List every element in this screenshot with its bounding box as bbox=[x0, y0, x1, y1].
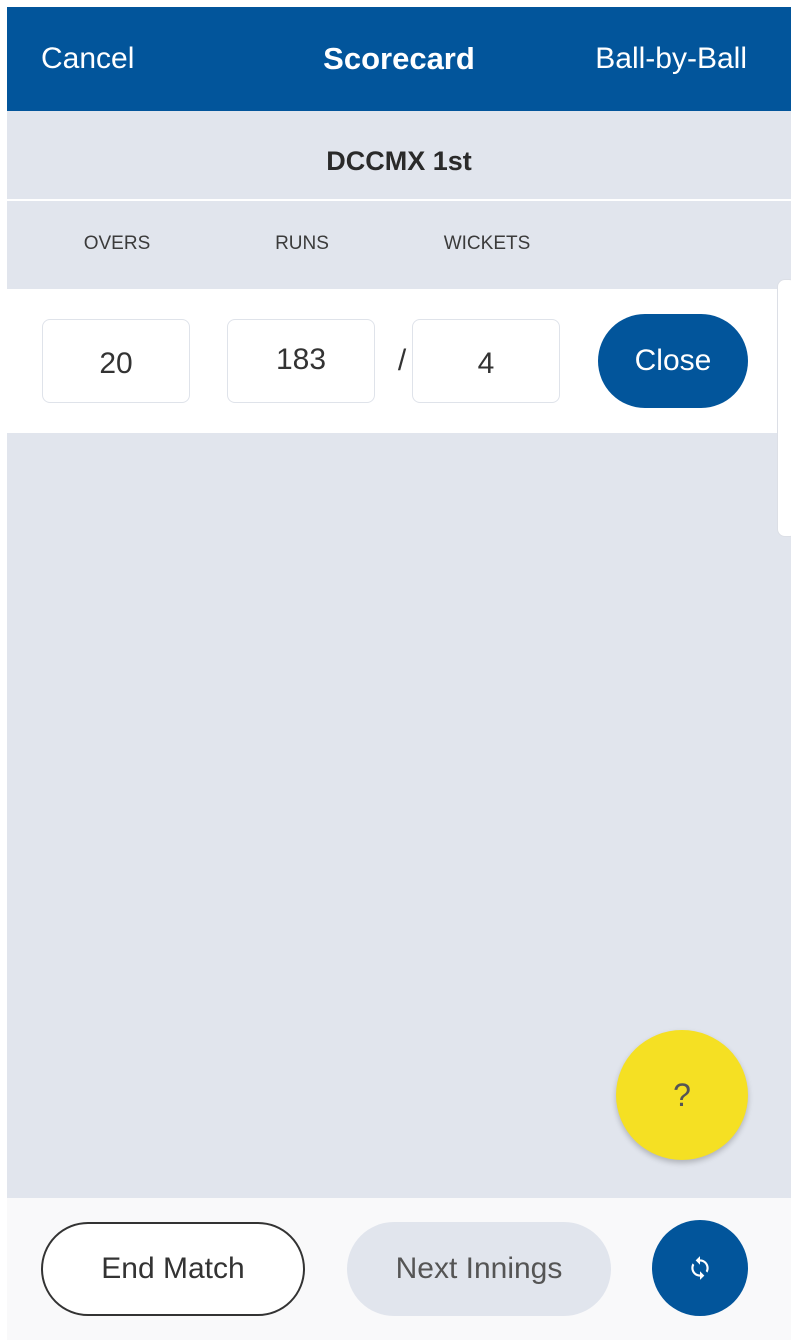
header-bar: Cancel Scorecard Ball-by-Ball bbox=[7, 7, 791, 111]
score-column-headers: OVERS RUNS WICKETS bbox=[7, 201, 791, 289]
overs-header: OVERS bbox=[83, 233, 151, 254]
innings-title: DCCMX 1st bbox=[7, 111, 791, 201]
wickets-input[interactable]: 4 bbox=[412, 319, 560, 403]
scroll-handle[interactable] bbox=[777, 279, 791, 537]
scorecard-screen: Cancel Scorecard Ball-by-Ball DCCMX 1st … bbox=[7, 7, 791, 1340]
close-innings-button[interactable]: Close bbox=[598, 314, 748, 408]
next-innings-button[interactable]: Next Innings bbox=[347, 1222, 611, 1316]
score-entry-row: 20 183 / 4 Close bbox=[7, 289, 779, 433]
runs-value: 183 bbox=[275, 343, 327, 376]
wickets-header: WICKETS bbox=[443, 233, 531, 254]
bottom-action-bar: End Match Next Innings bbox=[7, 1198, 791, 1340]
runs-input[interactable]: 183 bbox=[227, 319, 375, 403]
overs-value: 20 bbox=[99, 347, 133, 380]
end-match-button[interactable]: End Match bbox=[41, 1222, 305, 1316]
overs-input[interactable]: 20 bbox=[42, 319, 190, 403]
sync-button[interactable] bbox=[652, 1220, 748, 1316]
sync-icon bbox=[687, 1255, 713, 1281]
help-button[interactable]: ? bbox=[616, 1030, 748, 1160]
ball-by-ball-button[interactable]: Ball-by-Ball bbox=[595, 7, 747, 111]
cancel-button[interactable]: Cancel bbox=[41, 7, 134, 111]
wickets-value: 4 bbox=[477, 347, 495, 380]
runs-header: RUNS bbox=[275, 233, 329, 254]
